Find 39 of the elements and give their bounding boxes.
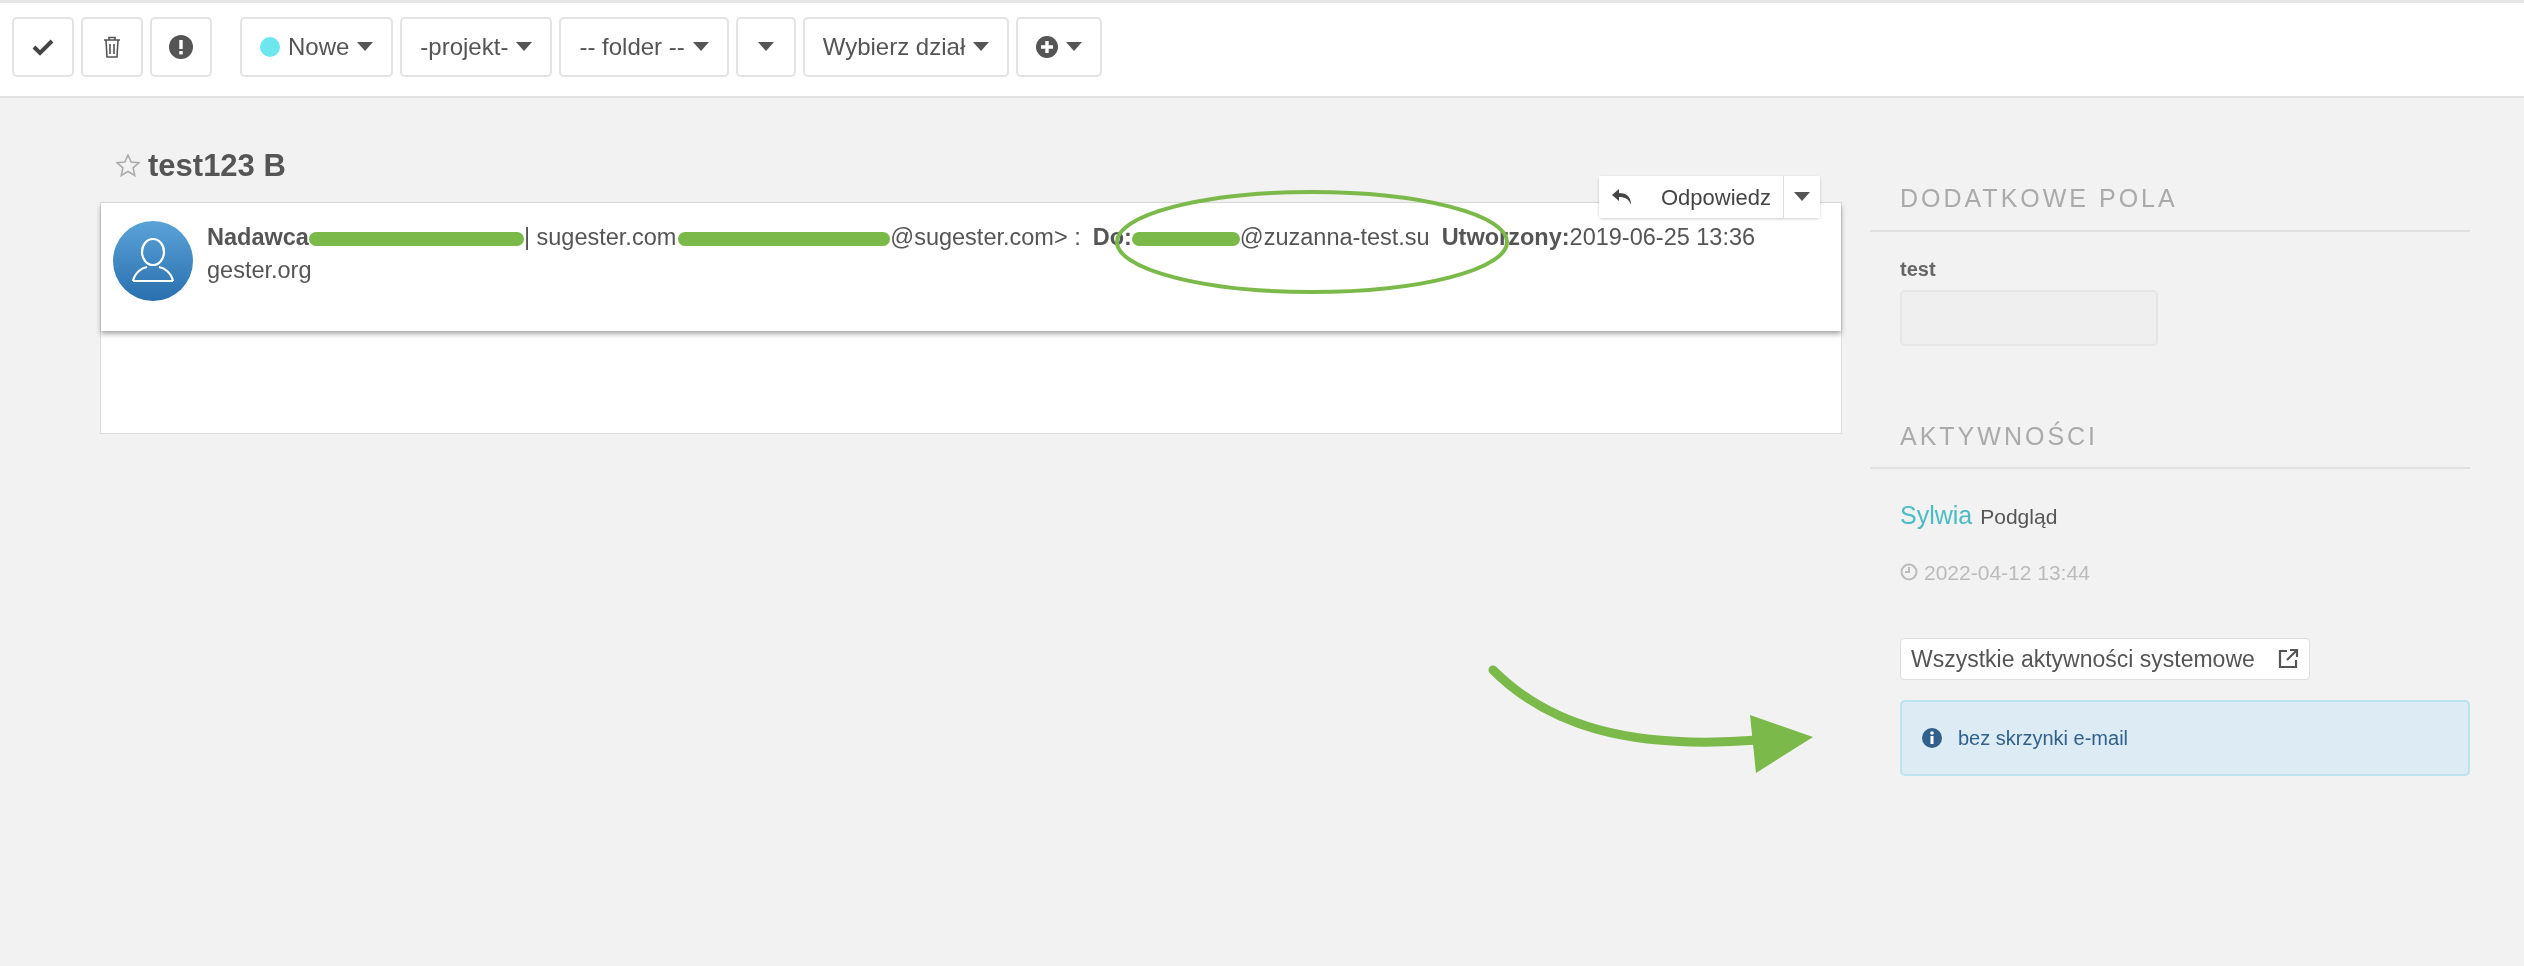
clock-icon	[1900, 563, 1918, 582]
trash-icon	[103, 36, 121, 58]
status-dropdown[interactable]: Nowe	[240, 17, 394, 77]
caret-icon	[692, 42, 709, 52]
section-heading: DODATKOWE POLA	[1870, 180, 2470, 232]
sender-label: Nadawca	[207, 224, 309, 250]
header-text: @zuzanna-test.su	[1239, 224, 1430, 250]
section-heading: AKTYWNOŚCI	[1870, 417, 2470, 469]
header-text: 2019-06-25 13:36	[1569, 224, 1756, 250]
all-activities-button[interactable]: Wszystkie aktywności systemowe	[1900, 638, 2310, 680]
plus-icon	[1036, 36, 1059, 58]
caret-icon	[973, 42, 990, 52]
caret-icon	[516, 42, 533, 52]
external-link-icon	[2276, 648, 2299, 670]
info-icon	[1922, 728, 1942, 748]
star-icon[interactable]	[116, 154, 140, 178]
header-text: @sugester.com> :	[890, 224, 1081, 250]
check-icon	[32, 38, 54, 56]
header-text: gester.org	[207, 257, 312, 283]
caret-icon	[357, 42, 374, 52]
alert-button[interactable]	[150, 17, 212, 77]
add-button[interactable]	[1016, 17, 1103, 77]
dropdown-button[interactable]: -projekt-	[400, 17, 553, 77]
activity-text: Podgląd	[1980, 505, 2058, 528]
dropdown-button[interactable]: Wybierz dział	[802, 17, 1010, 77]
check-button[interactable]	[12, 17, 74, 77]
header-text: | sugester.com	[523, 224, 677, 250]
message-title: test123 B	[148, 146, 286, 185]
avatar-icon	[113, 221, 193, 301]
info-message: bez skrzynki e-mail	[1958, 726, 2129, 751]
caret-icon	[1066, 42, 1083, 52]
reply-button[interactable]: Odpowiedz	[1598, 176, 1783, 218]
exclamation-icon	[169, 35, 193, 59]
caret-icon	[757, 42, 774, 52]
reply-menu-button[interactable]	[1783, 176, 1820, 218]
reply-icon	[1610, 188, 1633, 206]
delete-button[interactable]	[81, 17, 143, 77]
field-label: test	[1900, 256, 1937, 282]
dropdown-button[interactable]: -- folder --	[559, 17, 729, 77]
